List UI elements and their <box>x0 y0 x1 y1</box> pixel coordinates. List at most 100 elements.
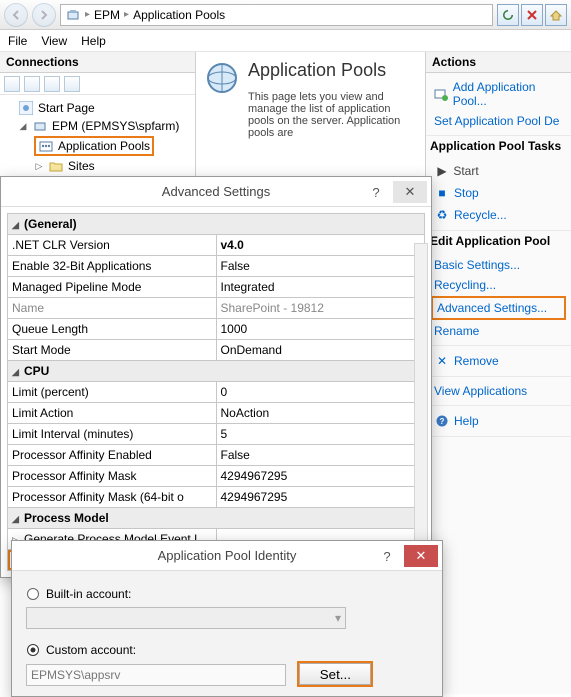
tree-label: Start Page <box>38 101 95 115</box>
save-icon[interactable] <box>24 76 40 92</box>
action-set-defaults[interactable]: Set Application Pool De <box>430 111 567 131</box>
expand-icon[interactable]: ▷ <box>34 161 44 172</box>
action-recycle[interactable]: ♻ Recycle... <box>430 204 567 226</box>
breadcrumb-server[interactable]: EPM <box>94 8 120 22</box>
nav-back-button[interactable] <box>4 3 28 27</box>
connections-header: Connections <box>0 52 195 73</box>
server-icon <box>32 118 48 134</box>
prop-row: NameSharePoint - 19812 <box>8 298 425 319</box>
dialog-title-bar[interactable]: Advanced Settings ? ✕ <box>1 177 431 207</box>
breadcrumb-apppools[interactable]: Application Pools <box>133 8 225 22</box>
dialog-close-button[interactable]: ✕ <box>393 181 427 203</box>
remove-icon: ✕ <box>434 353 450 369</box>
prop-row: Managed Pipeline ModeIntegrated <box>8 277 425 298</box>
tree-label: Application Pools <box>58 139 150 153</box>
prop-row: Limit (percent)0 <box>8 382 425 403</box>
tree-server[interactable]: ◢ EPM (EPMSYS\spfarm) <box>4 117 191 135</box>
actions-tasks-title: Application Pool Tasks <box>426 136 571 156</box>
prop-row: Processor Affinity EnabledFalse <box>8 445 425 466</box>
prop-row: Start ModeOnDemand <box>8 340 425 361</box>
action-start[interactable]: ▶ Start <box>430 160 567 182</box>
action-rename[interactable]: Rename <box>430 321 567 341</box>
help-icon: ? <box>434 413 450 429</box>
startpage-icon <box>18 100 34 116</box>
builtin-label: Built-in account: <box>46 587 131 601</box>
actions-edit-title: Edit Application Pool <box>426 231 571 251</box>
stop-icon: ■ <box>434 185 450 201</box>
nav-forward-button[interactable] <box>32 3 56 27</box>
prop-row: Limit Interval (minutes)5 <box>8 424 425 445</box>
stop-button[interactable] <box>521 4 543 26</box>
svg-text:?: ? <box>440 417 445 426</box>
up-icon[interactable] <box>64 76 80 92</box>
prop-row: Processor Affinity Mask (64-bit o4294967… <box>8 487 425 508</box>
menu-help[interactable]: Help <box>81 34 106 48</box>
radio-unchecked-icon <box>26 587 40 601</box>
custom-account-radio[interactable]: Custom account: <box>26 643 428 657</box>
radio-checked-icon <box>26 643 40 657</box>
folder-icon <box>48 158 64 174</box>
builtin-account-select: ▾ <box>26 607 346 629</box>
chevron-right-icon: ▸ <box>85 9 90 20</box>
page-title: Application Pools <box>248 60 417 81</box>
prop-row: Enable 32-Bit ApplicationsFalse <box>8 256 425 277</box>
action-basic-settings[interactable]: Basic Settings... <box>430 255 567 275</box>
add-icon <box>434 86 449 102</box>
apppools-large-icon <box>204 85 240 99</box>
dialog-title: Advanced Settings <box>162 184 270 199</box>
chevron-down-icon: ▾ <box>335 611 341 625</box>
collapse-icon[interactable]: ◢ <box>12 514 21 525</box>
action-remove[interactable]: ✕ Remove <box>430 350 567 372</box>
dialog-help-button[interactable]: ? <box>359 181 393 203</box>
prop-row: .NET CLR Versionv4.0 <box>8 235 425 256</box>
actions-pane: Actions Add Application Pool... Set Appl… <box>426 52 571 694</box>
advanced-settings-dialog: Advanced Settings ? ✕ ◢(General) .NET CL… <box>0 176 432 578</box>
action-view-applications[interactable]: View Applications <box>430 381 567 401</box>
tree-label: Sites <box>68 159 95 173</box>
app-pool-identity-dialog: Application Pool Identity ? ✕ Built-in a… <box>11 540 443 697</box>
home-button[interactable] <box>545 4 567 26</box>
delete-icon[interactable] <box>44 76 60 92</box>
breadcrumb[interactable]: ▸ EPM ▸ Application Pools <box>60 4 493 26</box>
action-help[interactable]: ? Help <box>430 410 567 432</box>
menu-file[interactable]: File <box>8 34 27 48</box>
refresh-button[interactable] <box>497 4 519 26</box>
connect-icon[interactable] <box>4 76 20 92</box>
set-button[interactable]: Set... <box>299 663 371 685</box>
server-icon <box>65 7 81 23</box>
property-grid[interactable]: ◢(General) .NET CLR Versionv4.0 Enable 3… <box>7 213 425 571</box>
connections-toolbar <box>0 73 195 95</box>
scrollbar[interactable] <box>414 243 428 571</box>
prop-row: Processor Affinity Mask4294967295 <box>8 466 425 487</box>
dialog-title-bar[interactable]: Application Pool Identity ? ✕ <box>12 541 442 571</box>
custom-account-field: EPMSYS\appsrv <box>26 664 286 686</box>
prop-row: Queue Length1000 <box>8 319 425 340</box>
action-stop[interactable]: ■ Stop <box>430 182 567 204</box>
action-add-app-pool[interactable]: Add Application Pool... <box>430 77 567 111</box>
menu-view[interactable]: View <box>41 34 67 48</box>
tree-application-pools[interactable]: Application Pools <box>4 135 191 157</box>
dialog-title: Application Pool Identity <box>158 548 297 563</box>
menu-bar: File View Help <box>0 30 571 52</box>
builtin-account-radio[interactable]: Built-in account: <box>26 587 428 601</box>
custom-label: Custom account: <box>46 643 136 657</box>
collapse-icon[interactable]: ◢ <box>12 220 21 231</box>
prop-row: Limit ActionNoAction <box>8 403 425 424</box>
connections-tree: Start Page ◢ EPM (EPMSYS\spfarm) Applica… <box>0 95 195 179</box>
dialog-help-button[interactable]: ? <box>370 545 404 567</box>
collapse-icon[interactable]: ◢ <box>12 367 21 378</box>
apppools-icon <box>38 138 54 154</box>
recycle-icon: ♻ <box>434 207 450 223</box>
dialog-close-button[interactable]: ✕ <box>404 545 438 567</box>
page-description: This page lets you view and manage the l… <box>248 91 417 139</box>
play-icon: ▶ <box>434 163 450 179</box>
action-advanced-settings[interactable]: Advanced Settings... <box>431 296 566 320</box>
tree-label: EPM (EPMSYS\spfarm) <box>52 119 179 133</box>
address-bar: ▸ EPM ▸ Application Pools <box>0 0 571 30</box>
action-recycling[interactable]: Recycling... <box>430 275 567 295</box>
chevron-right-icon: ▸ <box>124 9 129 20</box>
tree-sites[interactable]: ▷ Sites <box>4 157 191 175</box>
expand-icon[interactable]: ◢ <box>18 121 28 132</box>
tree-start-page[interactable]: Start Page <box>4 99 191 117</box>
actions-header: Actions <box>426 52 571 73</box>
